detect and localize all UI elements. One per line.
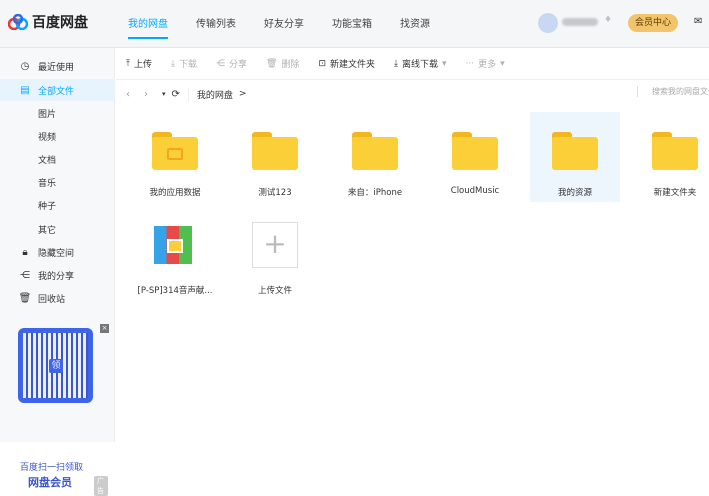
file-name: 我的资源: [557, 188, 592, 198]
ad-badge: 广告: [94, 476, 108, 496]
sidebar-item-videos[interactable]: 视频: [0, 125, 115, 147]
folder-icon: [252, 132, 298, 170]
download-button[interactable]: ⤓ 下载: [171, 57, 197, 71]
logo[interactable]: 百度网盘: [8, 12, 88, 32]
cloud-logo-icon: [8, 14, 28, 30]
refresh-icon[interactable]: ⟳: [172, 89, 180, 100]
qr-center-logo: 领: [49, 359, 63, 373]
file-item-archive[interactable]: [P-SP]314音声献...: [130, 210, 220, 300]
offline-download-button[interactable]: ⤓ 离线下载 ▾: [394, 57, 447, 71]
sidebar-item-images[interactable]: 图片: [0, 102, 115, 124]
sidebar-item-music[interactable]: 音乐: [0, 171, 115, 193]
label: 分享: [229, 60, 248, 70]
folder-plus-icon: ⊡: [318, 58, 327, 69]
upload-icon: ⤒: [126, 58, 130, 69]
lock-icon: 🔒︎: [22, 246, 28, 258]
trash-icon: 🗑︎: [18, 292, 32, 304]
file-item-folder[interactable]: 来自：iPhone: [330, 112, 420, 202]
mail-icon[interactable]: ✉: [694, 16, 702, 27]
file-name: 新建文件夹: [653, 188, 697, 198]
label: 全部文件: [38, 86, 75, 97]
folder-icon: [352, 132, 398, 170]
label: 新建文件夹: [330, 60, 376, 70]
label: 最近使用: [38, 62, 75, 73]
folder-icon: [652, 132, 698, 170]
search-input[interactable]: 搜索我的网盘文件: [637, 86, 709, 97]
forward-icon[interactable]: ›: [144, 89, 148, 100]
sidebar-item-recent[interactable]: ◷ 最近使用: [0, 55, 115, 77]
sidebar-item-hidden-space[interactable]: 🔒︎ 隐藏空间: [0, 241, 115, 263]
share-icon: ⋲: [216, 58, 225, 69]
qr-code: 领: [18, 328, 93, 403]
file-name: 测试123: [258, 188, 292, 198]
file-icon: ▤: [20, 84, 30, 96]
label: 我的分享: [38, 271, 75, 282]
file-item-folder-selected[interactable]: 我的资源: [530, 112, 620, 202]
vip-center-button[interactable]: 会员中心: [628, 14, 678, 32]
avatar[interactable]: [538, 13, 558, 33]
tab-my-disk[interactable]: 我的网盘: [128, 15, 168, 39]
sidebar: ◷ 最近使用 ▤ 全部文件 图片 视频 文档 音乐 种子 其它 🔒︎ 隐藏空间 ⋲ 我的…: [0, 48, 115, 496]
sidebar-item-torrents[interactable]: 种子: [0, 194, 115, 216]
tab-transfer[interactable]: 传输列表: [196, 15, 236, 39]
sidebar-item-all-files[interactable]: ▤ 全部文件: [0, 79, 115, 101]
tab-find-resources[interactable]: 找资源: [400, 15, 430, 39]
label: 删除: [281, 60, 300, 70]
folder-icon: [452, 132, 498, 170]
file-name: 上传文件: [257, 286, 292, 296]
tab-toolbox[interactable]: 功能宝箱: [332, 15, 372, 39]
label: 隐藏空间: [38, 248, 75, 259]
file-name: 我的应用数据: [149, 188, 201, 198]
share-button[interactable]: ⋲ 分享: [216, 57, 248, 71]
folder-icon: [552, 132, 598, 170]
header: 百度网盘 我的网盘 传输列表 好友分享 功能宝箱 找资源 ♦ 会员中心 ✉: [0, 0, 709, 48]
breadcrumb-separator: >: [238, 89, 247, 99]
download-icon: ⤓: [171, 58, 175, 69]
sidebar-item-other[interactable]: 其它: [0, 218, 115, 240]
trash-icon: 🗑︎: [266, 58, 278, 69]
toolbar: ⤒ 上传 ⤓ 下载 ⋲ 分享 🗑︎ 删除 ⊡ 新建文件夹 ⤓ 离线下载 ▾ ··· 更多 ▾: [116, 48, 709, 80]
tab-friend-share[interactable]: 好友分享: [264, 15, 304, 39]
history-dropdown-icon[interactable]: ▾: [162, 90, 166, 98]
promo-line1: 百度扫一扫领取: [20, 463, 84, 473]
label: 上传: [133, 60, 152, 70]
sidebar-item-recycle-bin[interactable]: 🗑︎ 回收站: [0, 287, 115, 309]
label: 回收站: [38, 294, 66, 305]
chevron-down-icon: ▾: [442, 58, 447, 69]
label: 下载: [178, 60, 197, 70]
file-name: CloudMusic: [450, 186, 500, 196]
download-icon: ⤓: [394, 58, 399, 69]
diamond-icon: ♦: [604, 15, 613, 25]
chevron-down-icon: ▾: [500, 58, 505, 69]
file-item-folder[interactable]: 新建文件夹: [630, 112, 709, 202]
label: 更多: [478, 60, 497, 70]
ellipsis-icon: ···: [465, 58, 475, 69]
username-blurred: [562, 18, 598, 26]
clock-icon: ◷: [20, 60, 30, 72]
sidebar-item-my-shares[interactable]: ⋲ 我的分享: [0, 264, 115, 286]
plus-icon: +: [252, 222, 298, 268]
upload-file-tile[interactable]: + 上传文件: [230, 210, 320, 300]
file-name: [P-SP]314音声献...: [137, 286, 213, 296]
archive-icon: [154, 226, 192, 264]
logo-text: 百度网盘: [32, 15, 88, 31]
file-item-folder[interactable]: 测试123: [230, 112, 320, 202]
file-item-folder[interactable]: CloudMusic: [430, 112, 520, 202]
address-bar: ‹ › ▾ ⟳ 我的网盘 > 搜索我的网盘文件: [116, 80, 709, 108]
promo-line2: 网盘会员: [28, 476, 72, 489]
upload-button[interactable]: ⤒ 上传: [126, 57, 152, 71]
back-icon[interactable]: ‹: [126, 89, 130, 100]
sidebar-item-docs[interactable]: 文档: [0, 148, 115, 170]
breadcrumb-my-disk[interactable]: 我的网盘: [187, 87, 233, 101]
more-button[interactable]: ··· 更多 ▾: [465, 57, 505, 71]
vip-promo-banner[interactable]: 领 × 百度扫一扫领取 网盘会员 广告: [8, 322, 109, 496]
file-item-folder[interactable]: 我的应用数据: [130, 112, 220, 202]
delete-button[interactable]: 🗑︎ 删除: [266, 57, 300, 71]
folder-icon: [152, 132, 198, 170]
new-folder-button[interactable]: ⊡ 新建文件夹: [318, 57, 376, 71]
label: 离线下载: [402, 60, 439, 70]
close-icon[interactable]: ×: [100, 324, 109, 333]
share-icon: ⋲: [20, 269, 30, 281]
file-name: 来自：iPhone: [347, 188, 403, 198]
